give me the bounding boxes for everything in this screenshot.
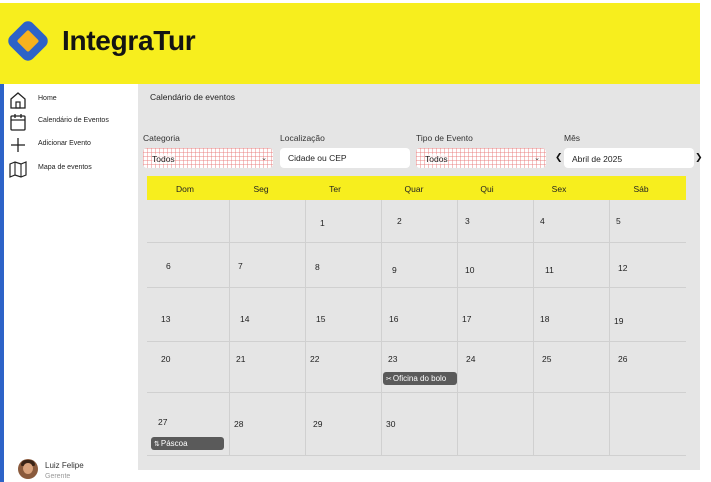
sidebar-item-calendar[interactable]: Calendário de Eventos	[8, 112, 136, 132]
calendar-day[interactable]: 13	[161, 314, 170, 324]
event-type-select[interactable]: Todos ⌄	[416, 148, 546, 168]
calendar-day[interactable]: 30	[386, 419, 395, 429]
grid-divider	[381, 200, 382, 456]
month-label: Mês	[564, 133, 581, 143]
category-label: Categoria	[143, 133, 180, 143]
calendar-day[interactable]: 2	[397, 216, 402, 226]
grid-divider	[147, 242, 686, 243]
calendar-day[interactable]: 25	[542, 354, 551, 364]
calendar-day[interactable]: 8	[315, 262, 320, 272]
sidebar-item-label: Home	[38, 95, 57, 102]
grid-divider	[147, 341, 686, 342]
chevron-down-icon: ⌄	[534, 155, 540, 162]
weekday-label: Qui	[480, 184, 494, 194]
calendar-day[interactable]: 6	[166, 261, 171, 271]
calendar-day[interactable]: 14	[240, 314, 249, 324]
sidebar: Home Calendário de Eventos Adicionar Eve…	[4, 84, 138, 482]
user-name: Luiz Felipe	[45, 461, 84, 470]
weekday-label: Seg	[253, 184, 269, 194]
calendar-day[interactable]: 26	[618, 354, 627, 364]
calendar-day[interactable]: 1	[320, 218, 325, 228]
event-label: Páscoa	[160, 439, 188, 448]
grid-divider	[533, 200, 534, 456]
weekday-label: Sáb	[633, 184, 649, 194]
chevron-left-icon[interactable]: ❮	[555, 152, 563, 163]
sidebar-item-map[interactable]: Mapa de eventos	[8, 159, 136, 179]
map-icon	[9, 161, 27, 178]
sidebar-item-add-event[interactable]: Adicionar Evento	[8, 135, 136, 155]
weekday-label: Quar	[404, 184, 424, 194]
event-chip[interactable]: ⇅Páscoa	[151, 437, 224, 450]
user-profile[interactable]: Luiz Felipe Gerente	[14, 457, 134, 482]
category-value: Todos	[152, 154, 175, 164]
calendar-day[interactable]: 9	[392, 265, 397, 275]
calendar-day[interactable]: 19	[614, 316, 623, 326]
calendar-day[interactable]: 15	[316, 314, 325, 324]
category-select[interactable]: Todos ⌄	[143, 148, 273, 168]
calendar-day[interactable]: 21	[236, 354, 245, 364]
swap-icon: ⇅	[154, 441, 160, 448]
location-input[interactable]	[280, 148, 410, 168]
location-label: Localização	[280, 133, 325, 143]
calendar-day[interactable]: 20	[161, 354, 170, 364]
grid-divider	[147, 455, 686, 456]
sidebar-item-label: Adicionar Evento	[38, 140, 91, 147]
month-selector[interactable]: Abril de 2025	[564, 148, 694, 168]
integratur-logo-icon	[8, 21, 48, 61]
calendar-day[interactable]: 7	[238, 261, 243, 271]
calendar-day[interactable]: 16	[389, 314, 398, 324]
calendar-grid	[147, 200, 686, 456]
grid-divider	[305, 200, 306, 456]
calendar-day[interactable]: 4	[540, 216, 545, 226]
calendar-day[interactable]: 23	[388, 354, 397, 364]
home-icon	[10, 92, 26, 109]
calendar-icon	[10, 114, 26, 131]
sidebar-item-home[interactable]: Home	[8, 90, 136, 110]
calendar-day[interactable]: 17	[462, 314, 471, 324]
app-header: IntegraTur	[0, 3, 700, 84]
grid-divider	[147, 392, 686, 393]
event-label: Oficina do bolo	[392, 374, 447, 383]
plus-icon	[11, 138, 25, 152]
calendar-day[interactable]: 10	[465, 265, 474, 275]
grid-divider	[229, 200, 230, 456]
calendar-day[interactable]: 22	[310, 354, 319, 364]
calendar-day[interactable]: 28	[234, 419, 243, 429]
avatar	[18, 459, 38, 479]
event-type-value: Todos	[425, 154, 448, 164]
month-value: Abril de 2025	[572, 154, 623, 164]
calendar-day[interactable]: 29	[313, 419, 322, 429]
calendar-day[interactable]: 18	[540, 314, 549, 324]
grid-divider	[147, 287, 686, 288]
scissors-icon: ✂	[386, 376, 392, 383]
event-type-label: Tipo de Evento	[416, 133, 473, 143]
calendar-day[interactable]: 12	[618, 263, 627, 273]
calendar-weekday-header: Dom Seg Ter Quar Qui Sex Sáb	[147, 176, 686, 200]
chevron-right-icon[interactable]: ❯	[695, 152, 703, 163]
app-title: IntegraTur	[62, 25, 196, 56]
sidebar-item-label: Mapa de eventos	[38, 164, 92, 171]
calendar-day[interactable]: 27	[158, 417, 167, 427]
grid-divider	[457, 200, 458, 456]
page-title: Calendário de eventos	[150, 92, 236, 102]
calendar-day[interactable]: 11	[545, 265, 554, 275]
user-role: Gerente	[45, 473, 71, 480]
calendar-day[interactable]: 3	[465, 216, 470, 226]
weekday-label: Dom	[176, 184, 194, 194]
calendar-day[interactable]: 5	[616, 216, 621, 226]
calendar-day[interactable]: 24	[466, 354, 475, 364]
weekday-label: Sex	[551, 184, 567, 194]
event-chip[interactable]: ✂Oficina do bolo	[383, 372, 457, 385]
sidebar-item-label: Calendário de Eventos	[38, 117, 109, 124]
grid-divider	[609, 200, 610, 456]
weekday-label: Ter	[329, 184, 341, 194]
chevron-down-icon: ⌄	[261, 155, 267, 162]
